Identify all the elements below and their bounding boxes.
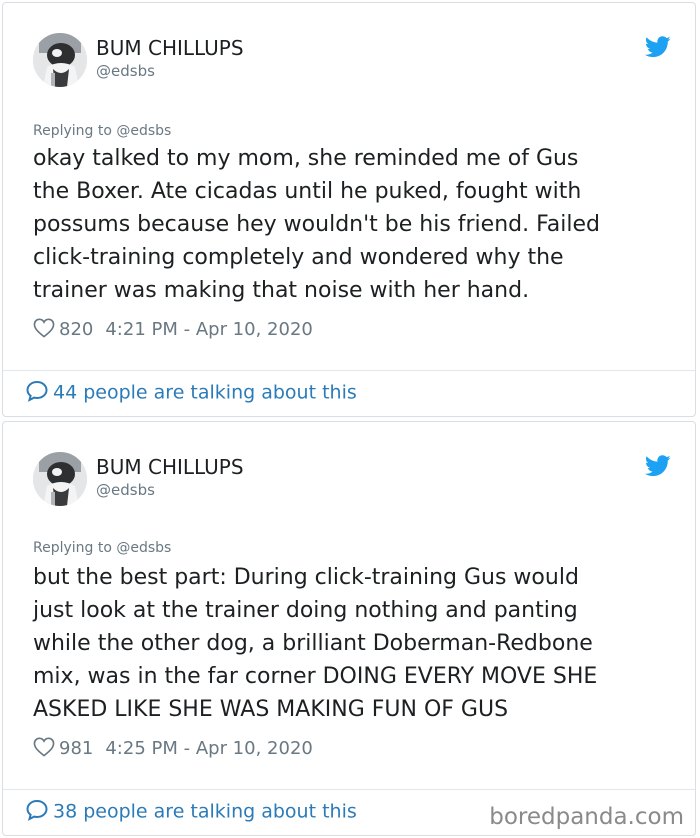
heart-icon[interactable]: [33, 737, 55, 757]
tweet-card[interactable]: BUM CHILLUPS @edsbs Replying to @edsbs o…: [2, 2, 696, 417]
page: BUM CHILLUPS @edsbs Replying to @edsbs o…: [0, 0, 700, 838]
divider: [3, 789, 695, 790]
avatar-image: [33, 33, 87, 87]
talking-link[interactable]: 38 people are talking about this: [25, 799, 357, 824]
tweet-text-line: possums because hey wouldn't be his frie…: [33, 212, 600, 237]
replying-to[interactable]: Replying to @edsbs: [33, 540, 171, 556]
tweet-meta: 820 4:21 PM - Apr 10, 2020: [33, 318, 313, 345]
timestamp[interactable]: 4:21 PM - Apr 10, 2020: [105, 319, 312, 340]
tweet-card[interactable]: BUM CHILLUPS @edsbs Replying to @edsbs b…: [2, 421, 696, 836]
speech-bubble-icon: [26, 799, 48, 821]
author-handle[interactable]: @edsbs: [96, 62, 155, 80]
avatar[interactable]: [33, 33, 87, 87]
tweet-text-line: trainer was making that noise with her h…: [33, 278, 530, 303]
author-name[interactable]: BUM CHILLUPS: [96, 455, 244, 479]
talking-label: 38 people are talking about this: [53, 800, 357, 823]
tweet-text-line: but the best part: During click-training…: [33, 565, 579, 590]
heart-icon[interactable]: [33, 318, 55, 338]
avatar-image: [33, 452, 87, 506]
talking-label: 44 people are talking about this: [53, 381, 357, 404]
tweet-text-line: okay talked to my mom, she reminded me o…: [33, 146, 579, 171]
avatar[interactable]: [33, 452, 87, 506]
tweet-meta: 981 4:25 PM - Apr 10, 2020: [33, 737, 313, 764]
author-name[interactable]: BUM CHILLUPS: [96, 36, 244, 60]
tweet-header: BUM CHILLUPS @edsbs: [33, 33, 673, 89]
timestamp[interactable]: 4:25 PM - Apr 10, 2020: [105, 738, 312, 759]
tweet-text-line: while the other dog, a brilliant Doberma…: [33, 631, 593, 656]
talking-link[interactable]: 44 people are talking about this: [25, 380, 357, 405]
tweet-text-line: the Boxer. Ate cicadas until he puked, f…: [33, 179, 582, 204]
twitter-bird-icon[interactable]: [645, 455, 671, 477]
speech-bubble-icon: [26, 380, 48, 402]
tweet-text: but the best part: During click-training…: [33, 561, 673, 726]
twitter-bird-icon[interactable]: [645, 36, 671, 58]
watermark: boredpanda.com: [489, 804, 684, 830]
tweet-header: BUM CHILLUPS @edsbs: [33, 452, 673, 508]
like-count[interactable]: 820: [59, 319, 93, 340]
tweet-text-line: click-training completely and wondered w…: [33, 245, 564, 270]
like-count[interactable]: 981: [59, 738, 93, 759]
author-handle[interactable]: @edsbs: [96, 481, 155, 499]
replying-to[interactable]: Replying to @edsbs: [33, 123, 171, 139]
tweet-text-line: ASKED LIKE SHE WAS MAKING FUN OF GUS: [33, 697, 509, 722]
tweet-text-line: just look at the trainer doing nothing a…: [33, 598, 578, 623]
divider: [3, 370, 695, 371]
tweet-text-line: mix, was in the far corner DOING EVERY M…: [33, 664, 598, 689]
tweet-text: okay talked to my mom, she reminded me o…: [33, 142, 673, 307]
